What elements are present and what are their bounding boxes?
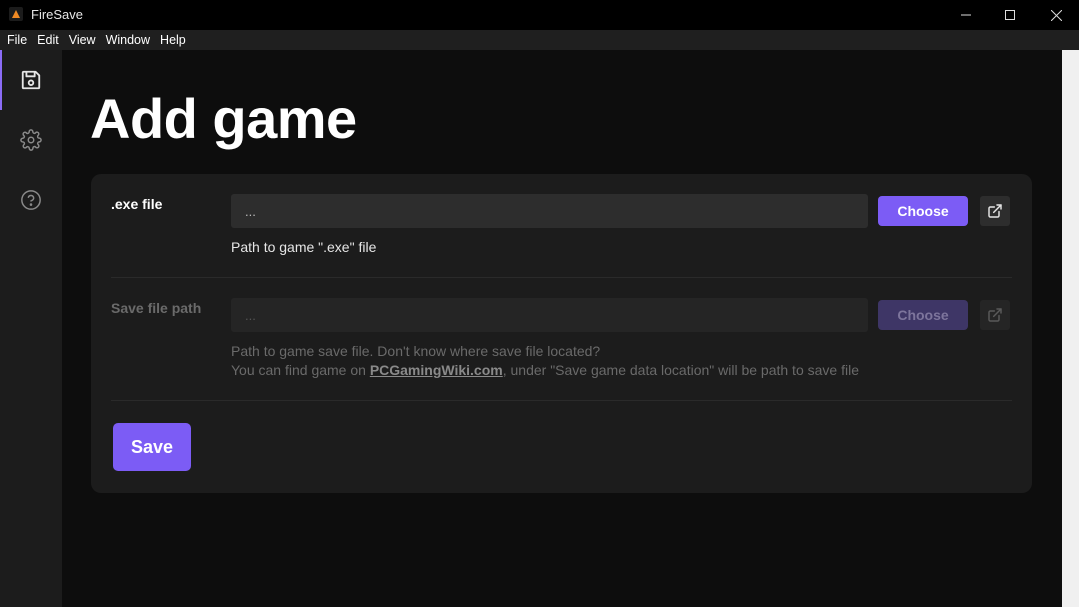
save-button[interactable]: Save [113, 423, 191, 471]
sidebar-item-games[interactable] [0, 50, 62, 110]
maximize-button[interactable] [987, 0, 1033, 30]
sidebar-item-settings[interactable] [0, 110, 62, 170]
save-path-hint-line1: Path to game save file. Don't know where… [231, 343, 601, 359]
maximize-icon [1005, 10, 1015, 20]
save-path-hint-line2: You can find game on PCGamingWiki.com, u… [231, 361, 859, 380]
exe-choose-button[interactable]: Choose [878, 196, 968, 226]
hint-prefix: You can find game on [231, 362, 370, 378]
minimize-icon [961, 14, 971, 16]
menu-bar: File Edit View Window Help [0, 30, 1079, 50]
page-title: Add game [90, 87, 357, 150]
menu-view[interactable]: View [64, 30, 101, 50]
exe-field-label: .exe file [111, 196, 163, 212]
exe-open-button[interactable] [980, 196, 1010, 226]
save-path-field-label: Save file path [111, 300, 202, 316]
save-path-field-hint: Path to game save file. Don't know where… [231, 342, 859, 380]
window-title: FireSave [31, 7, 84, 22]
title-bar: FireSave [0, 0, 1079, 30]
menu-window[interactable]: Window [101, 30, 155, 50]
gear-icon [20, 129, 42, 151]
scrollbar[interactable] [1062, 50, 1079, 607]
external-link-icon [988, 308, 1002, 322]
add-game-form: .exe file Choose Path to game ".exe" fil… [91, 174, 1032, 493]
sidebar [0, 50, 62, 607]
save-path-open-button[interactable] [980, 300, 1010, 330]
close-icon [1050, 9, 1062, 21]
pcgamingwiki-link[interactable]: PCGamingWiki.com [370, 362, 503, 378]
close-button[interactable] [1033, 0, 1079, 30]
divider [111, 400, 1012, 401]
exe-path-input[interactable] [231, 194, 868, 228]
save-icon [21, 70, 41, 90]
save-path-choose-button[interactable]: Choose [878, 300, 968, 330]
menu-edit[interactable]: Edit [32, 30, 64, 50]
sidebar-item-help[interactable] [0, 170, 62, 230]
divider [111, 277, 1012, 278]
menu-help[interactable]: Help [155, 30, 191, 50]
exe-field-hint: Path to game ".exe" file [231, 239, 377, 255]
app-icon [9, 7, 23, 21]
save-path-input[interactable] [231, 298, 868, 332]
help-icon [21, 190, 41, 210]
minimize-button[interactable] [943, 0, 989, 30]
menu-file[interactable]: File [2, 30, 32, 50]
external-link-icon [988, 204, 1002, 218]
hint-suffix: , under "Save game data location" will b… [502, 362, 859, 378]
